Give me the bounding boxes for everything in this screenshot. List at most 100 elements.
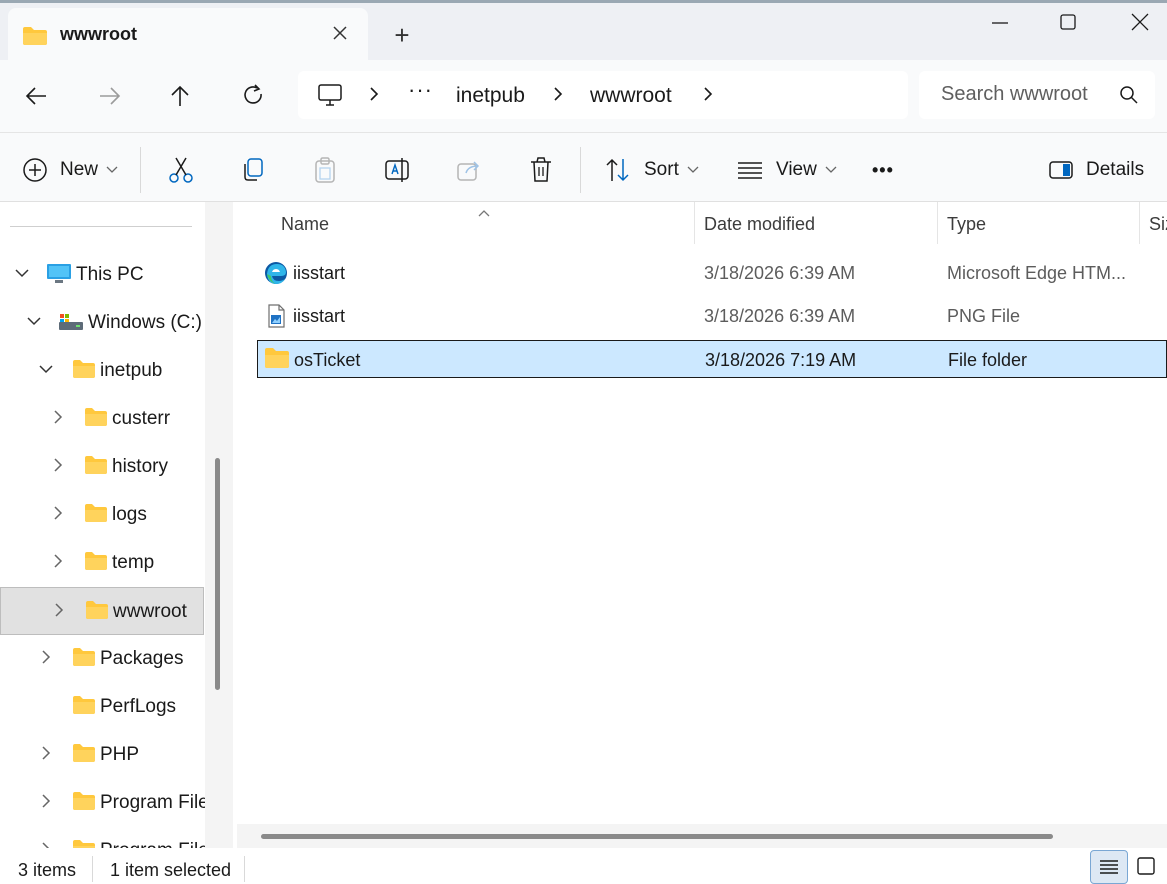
file-name: iisstart	[293, 263, 346, 283]
scrollbar-thumb[interactable]	[215, 458, 220, 690]
nav-item-php[interactable]: PHP	[0, 731, 205, 779]
column-header-type[interactable]: Type	[947, 214, 986, 235]
scrollbar-thumb[interactable]	[261, 834, 1053, 839]
nav-item-temp[interactable]: temp	[0, 539, 205, 587]
file-date: 3/18/2026 6:39 AM	[704, 263, 856, 283]
new-button[interactable]: New	[22, 155, 118, 185]
column-header-size[interactable]: Size	[1149, 214, 1167, 235]
rename-button[interactable]	[384, 155, 410, 185]
nav-item-label: wwwroot	[113, 601, 187, 622]
nav-item-label: PerfLogs	[100, 696, 177, 717]
nav-item-program-files-x86[interactable]: Program Files (x86)	[0, 827, 205, 848]
address-bar[interactable]: ··· inetpub wwwroot	[298, 71, 908, 119]
column-divider[interactable]	[937, 202, 938, 244]
file-type: File folder	[948, 350, 1028, 370]
chevron-right-icon[interactable]	[700, 83, 716, 105]
minimize-button[interactable]	[980, 8, 1020, 38]
divider	[140, 147, 141, 193]
file-list[interactable]: Name Date modified Type Size iisstart 3/…	[233, 202, 1167, 848]
divider	[244, 856, 245, 882]
chevron-right-icon[interactable]	[38, 793, 54, 814]
view-label: View	[776, 159, 817, 180]
chevron-right-icon[interactable]	[38, 649, 54, 670]
folder-icon	[22, 26, 48, 51]
folder-icon	[264, 347, 290, 374]
nav-item-label: This PC	[76, 264, 144, 285]
large-icons-view-button[interactable]	[1130, 850, 1167, 884]
chevron-right-icon[interactable]	[50, 553, 66, 574]
cut-button[interactable]	[168, 155, 194, 185]
close-tab-button[interactable]	[326, 20, 354, 48]
chevron-right-icon[interactable]	[38, 745, 54, 766]
nav-item-program-files[interactable]: Program Files	[0, 779, 205, 827]
view-button[interactable]: View	[736, 155, 837, 185]
search-input[interactable]	[941, 83, 1091, 106]
maximize-button[interactable]	[1048, 8, 1088, 38]
details-view-button[interactable]	[1090, 850, 1128, 884]
file-row[interactable]: osTicket 3/18/2026 7:19 AM File folder	[257, 340, 1167, 378]
computer-icon	[316, 83, 344, 112]
share-button[interactable]	[456, 155, 482, 185]
more-options-button[interactable]: •••	[872, 155, 894, 185]
chevron-right-icon[interactable]	[50, 505, 66, 526]
chevron-right-icon[interactable]	[550, 83, 566, 105]
folder-icon	[72, 647, 96, 672]
back-button[interactable]	[20, 80, 56, 112]
chevron-right-icon[interactable]	[50, 457, 66, 478]
breadcrumb-wwwroot[interactable]: wwwroot	[590, 84, 672, 108]
breadcrumb-overflow[interactable]: ···	[408, 77, 433, 103]
delete-button[interactable]	[528, 155, 554, 185]
details-pane-button[interactable]: Details	[1048, 155, 1144, 185]
copy-button[interactable]	[240, 155, 266, 185]
chevron-down-icon	[687, 166, 699, 173]
folder-icon	[72, 695, 96, 720]
nav-item-logs[interactable]: logs	[0, 491, 205, 539]
paste-button[interactable]	[312, 155, 338, 185]
chevron-right-icon[interactable]	[38, 841, 54, 848]
chevron-down-icon	[825, 166, 837, 173]
up-button[interactable]	[162, 80, 198, 112]
clipboard-icon	[315, 157, 335, 183]
new-tab-button[interactable]: +	[386, 20, 418, 52]
close-window-button[interactable]	[1120, 8, 1160, 38]
chevron-down-icon[interactable]	[26, 313, 42, 334]
chevron-right-icon[interactable]	[51, 602, 67, 623]
nav-item-this-pc[interactable]: This PC	[0, 251, 205, 299]
chevron-right-icon[interactable]	[50, 409, 66, 430]
nav-item-custerr[interactable]: custerr	[0, 395, 205, 443]
sort-ascending-icon	[477, 202, 491, 223]
forward-button[interactable]	[92, 80, 128, 112]
nav-item-perflogs[interactable]: PerfLogs	[0, 683, 205, 731]
nav-item-inetpub[interactable]: inetpub	[0, 347, 205, 395]
sort-button[interactable]: Sort	[604, 155, 699, 185]
column-divider[interactable]	[1139, 202, 1140, 244]
nav-item-windows-c[interactable]: Windows (C:)	[0, 299, 205, 347]
navigation-pane[interactable]: This PC Windows (C:) inetpub custerr his…	[0, 202, 205, 848]
horizontal-scrollbar[interactable]	[237, 824, 1167, 848]
tab-wwwroot[interactable]: wwwroot	[8, 8, 368, 60]
search-box[interactable]	[919, 71, 1155, 119]
folder-icon	[72, 791, 96, 816]
folder-icon	[85, 600, 109, 625]
column-divider[interactable]	[694, 202, 695, 244]
monitor-icon	[46, 263, 72, 290]
column-header-name[interactable]: Name	[281, 214, 329, 235]
file-row[interactable]: iisstart 3/18/2026 6:39 AM PNG File	[257, 297, 1167, 335]
title-bar: wwwroot +	[0, 0, 1167, 60]
nav-item-history[interactable]: history	[0, 443, 205, 491]
nav-pane-scrollbar[interactable]	[205, 202, 233, 848]
folder-icon	[72, 359, 96, 384]
refresh-button[interactable]	[235, 80, 271, 112]
file-name: osTicket	[294, 350, 361, 370]
nav-item-wwwroot[interactable]: wwwroot	[0, 587, 204, 635]
chevron-right-icon[interactable]	[366, 83, 382, 105]
navigation-row: ··· inetpub wwwroot	[0, 60, 1167, 132]
chevron-down-icon[interactable]	[14, 265, 30, 286]
tab-title: wwwroot	[60, 24, 137, 44]
breadcrumb-inetpub[interactable]: inetpub	[456, 84, 525, 108]
file-row[interactable]: iisstart 3/18/2026 6:39 AM Microsoft Edg…	[257, 254, 1167, 292]
column-header-date-modified[interactable]: Date modified	[704, 214, 815, 235]
item-count: 3 items	[18, 860, 77, 880]
nav-item-packages[interactable]: Packages	[0, 635, 205, 683]
chevron-down-icon[interactable]	[38, 361, 54, 382]
